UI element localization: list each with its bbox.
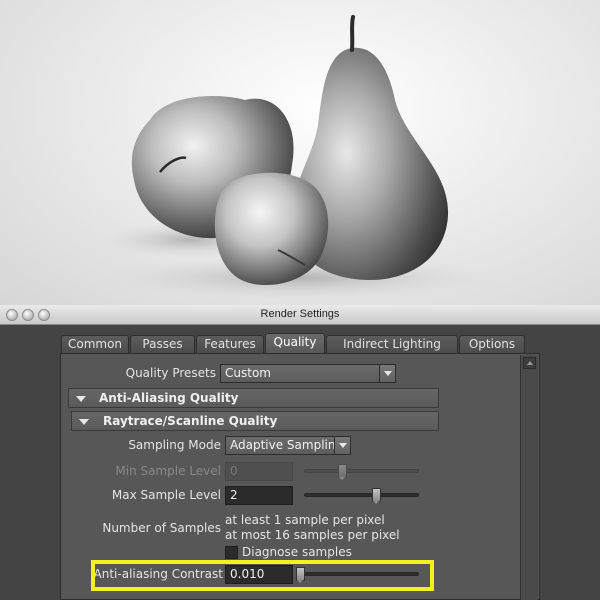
collapse-triangle-icon[interactable] — [76, 396, 86, 402]
chevron-down-icon[interactable] — [334, 436, 351, 455]
quality-presets-dropdown[interactable]: Custom — [220, 364, 396, 383]
window-titlebar: Render Settings — [0, 305, 600, 325]
fruit-render-image — [100, 15, 500, 300]
chevron-down-icon[interactable] — [379, 364, 396, 383]
panel-scrollbar[interactable] — [520, 355, 538, 600]
tab-features[interactable]: Features — [196, 335, 264, 354]
tab-indirect-lighting[interactable]: Indirect Lighting — [326, 335, 458, 354]
scroll-up-arrow-icon[interactable] — [523, 357, 536, 369]
sampling-mode-dropdown[interactable]: Adaptive Sampling — [225, 436, 351, 455]
section-antialiasing-label: Anti-Aliasing Quality — [99, 391, 239, 405]
section-antialiasing-quality[interactable]: Anti-Aliasing Quality — [68, 388, 439, 408]
sampling-mode-label: Sampling Mode — [128, 438, 221, 452]
quality-presets-value: Custom — [225, 366, 271, 380]
max-sample-level-slider-thumb[interactable] — [372, 488, 382, 504]
tab-common[interactable]: Common — [61, 335, 129, 354]
diagnose-samples-checkbox[interactable] — [225, 546, 238, 559]
tab-options[interactable]: Options — [459, 335, 525, 354]
num-samples-min-text: at least 1 sample per pixel — [225, 513, 385, 527]
min-sample-level-label: Min Sample Level — [115, 464, 221, 478]
section-raytrace-label: Raytrace/Scanline Quality — [103, 414, 278, 428]
num-samples-max-text: at most 16 samples per pixel — [225, 528, 400, 542]
num-samples-label: Number of Samples — [102, 521, 221, 535]
min-sample-level-slider-thumb — [338, 464, 348, 480]
sampling-mode-value: Adaptive Sampling — [230, 438, 344, 452]
aa-contrast-highlight-box — [91, 560, 434, 591]
tab-passes[interactable]: Passes — [130, 335, 195, 354]
min-sample-level-slider — [304, 464, 419, 480]
render-settings-window: Common Passes Features Quality Indirect … — [0, 325, 600, 600]
quality-presets-label: Quality Presets — [125, 366, 216, 380]
collapse-triangle-icon[interactable] — [79, 419, 89, 425]
diagnose-samples-label: Diagnose samples — [242, 545, 352, 559]
min-sample-level-field: 0 — [225, 462, 293, 481]
section-raytrace-quality[interactable]: Raytrace/Scanline Quality — [71, 411, 439, 431]
render-preview — [0, 0, 600, 305]
max-sample-level-slider[interactable] — [304, 488, 419, 504]
max-sample-level-label: Max Sample Level — [111, 488, 221, 502]
window-title: Render Settings — [260, 308, 340, 320]
max-sample-level-field[interactable]: 2 — [225, 486, 293, 505]
tab-quality[interactable]: Quality — [265, 333, 325, 354]
